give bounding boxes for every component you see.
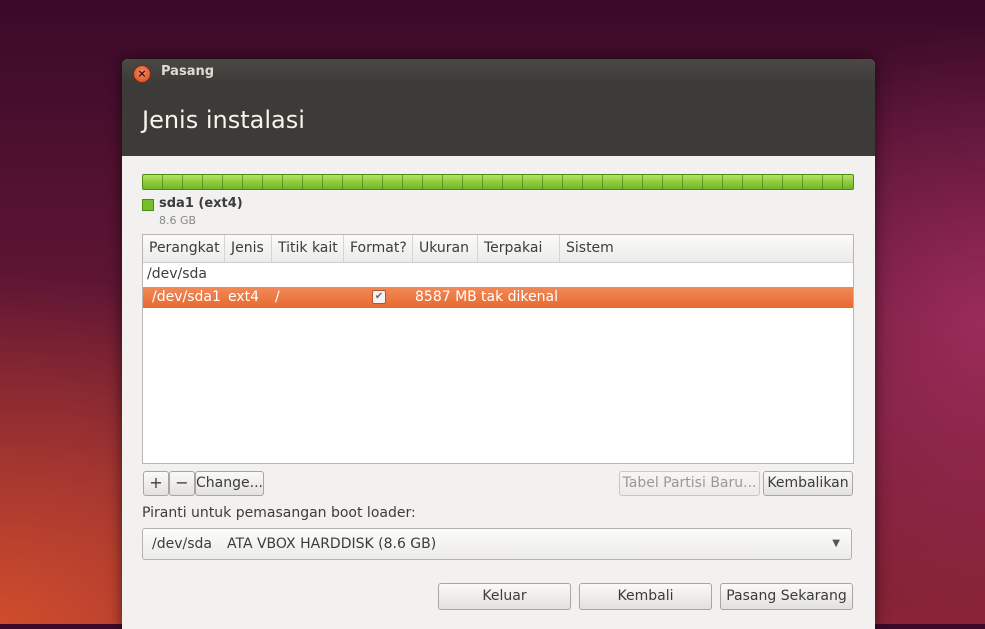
row-used: tak dikenal xyxy=(481,289,558,305)
row-size: 8587 MB xyxy=(415,289,477,305)
bootloader-label: Piranti untuk pemasangan boot loader: xyxy=(142,505,416,521)
column-header-used[interactable]: Terpakai xyxy=(478,235,560,262)
bootloader-description: ATA VBOX HARDDISK (8.6 GB) xyxy=(227,536,437,552)
row-device: /dev/sda1 xyxy=(152,289,221,305)
table-row-selected[interactable]: /dev/sda1 ext4 / ✔ 8587 MB tak dikenal xyxy=(143,287,853,308)
format-checkbox[interactable]: ✔ xyxy=(372,290,386,304)
column-header-mount[interactable]: Titik kait xyxy=(272,235,344,262)
back-button[interactable]: Kembali xyxy=(579,583,712,610)
checkmark-icon: ✔ xyxy=(374,291,384,302)
column-header-type[interactable]: Jenis xyxy=(225,235,272,262)
partition-usage-bar xyxy=(142,174,854,190)
table-row-disk[interactable]: /dev/sda xyxy=(143,263,853,285)
change-partition-button[interactable]: Change... xyxy=(195,471,264,496)
partition-table[interactable]: Perangkat Jenis Titik kait Format? Ukura… xyxy=(142,234,854,464)
title-bar: × Pasang Jenis instalasi xyxy=(122,59,875,156)
page-title: Jenis instalasi xyxy=(142,106,305,134)
close-icon[interactable]: × xyxy=(133,65,151,83)
remove-partition-button[interactable]: − xyxy=(169,471,195,496)
row-mount: / xyxy=(275,289,280,305)
installer-window: × Pasang Jenis instalasi sda1 (ext4) 8.6… xyxy=(122,59,875,629)
chevron-down-icon: ▼ xyxy=(832,538,840,549)
revert-button[interactable]: Kembalikan xyxy=(763,471,853,496)
install-now-button[interactable]: Pasang Sekarang xyxy=(720,583,853,610)
window-title: Pasang xyxy=(161,64,215,79)
partition-legend-size: 8.6 GB xyxy=(159,214,197,227)
partition-legend-swatch xyxy=(142,199,154,211)
quit-button[interactable]: Keluar xyxy=(438,583,571,610)
disk-device: /dev/sda xyxy=(147,266,207,282)
bootloader-device: /dev/sda xyxy=(152,536,212,552)
add-partition-button[interactable]: + xyxy=(143,471,169,496)
column-header-system[interactable]: Sistem xyxy=(560,235,853,262)
column-header-size[interactable]: Ukuran xyxy=(413,235,478,262)
bootloader-device-select[interactable]: /dev/sda ATA VBOX HARDDISK (8.6 GB) ▼ xyxy=(142,528,852,560)
table-header: Perangkat Jenis Titik kait Format? Ukura… xyxy=(143,235,853,263)
partition-legend-name: sda1 (ext4) xyxy=(159,196,243,211)
column-header-format[interactable]: Format? xyxy=(344,235,413,262)
new-partition-table-button[interactable]: Tabel Partisi Baru... xyxy=(619,471,760,496)
row-type: ext4 xyxy=(228,289,260,305)
column-header-device[interactable]: Perangkat xyxy=(143,235,225,262)
